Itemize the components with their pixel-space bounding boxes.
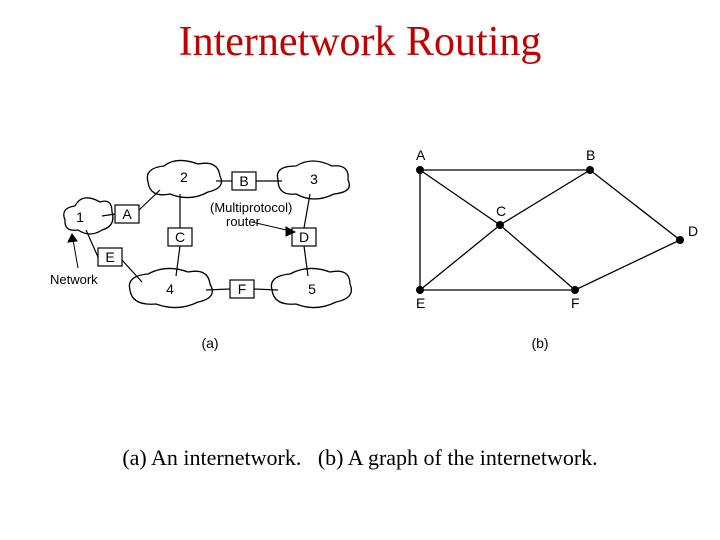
figure-a-label: (a) [201, 335, 218, 351]
caption-a: (a) An internetwork. [122, 445, 301, 470]
network-2: 2 [180, 169, 188, 185]
figure-b-label: (b) [531, 335, 548, 351]
network-3: 3 [310, 171, 318, 187]
router-d: D [299, 229, 309, 245]
router-e: E [105, 249, 114, 265]
network-arrow-label: Network [50, 272, 98, 287]
figure-a: A B C D E F 1 2 3 4 5 Network (Multiprot… [20, 130, 380, 370]
page-title: Internetwork Routing [0, 18, 720, 66]
router-a: A [122, 206, 132, 222]
network-1: 1 [76, 209, 84, 225]
node-d: D [688, 223, 698, 239]
router-f: F [238, 281, 247, 297]
router-b: B [239, 173, 248, 189]
caption-b: (b) A graph of the internetwork. [318, 445, 598, 470]
caption: (a) An internetwork. (b) A graph of the … [0, 445, 720, 471]
router-c: C [175, 229, 185, 245]
node-f: F [571, 295, 580, 311]
node-a: A [416, 147, 426, 163]
network-4: 4 [166, 281, 174, 297]
router-label-1: (Multiprotocol) [210, 200, 292, 215]
node-b: B [586, 147, 595, 163]
network-5: 5 [308, 281, 316, 297]
node-e: E [416, 295, 425, 311]
node-c: C [496, 203, 506, 219]
figure-b: A B C D E F (b) [380, 130, 710, 370]
router-label-2: router [226, 214, 261, 229]
